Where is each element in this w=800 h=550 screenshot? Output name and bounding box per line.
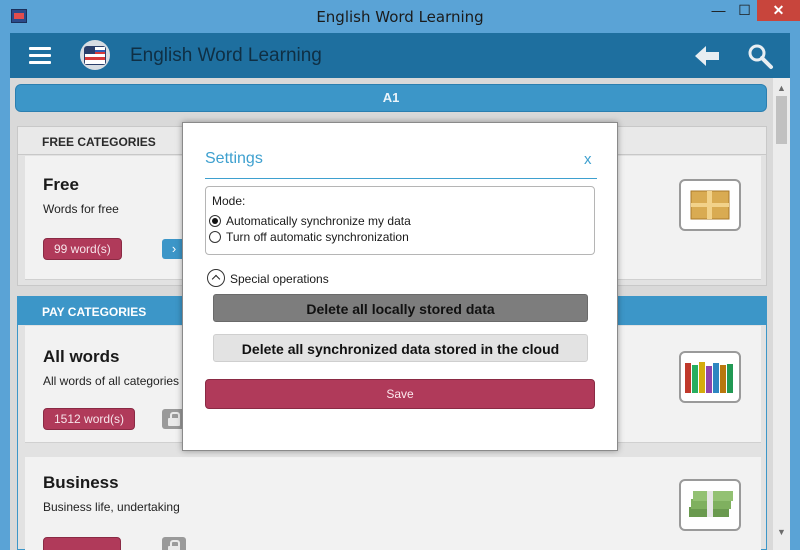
word-count-badge: 99 word(s) bbox=[43, 238, 122, 260]
close-window-button[interactable]: ✕ bbox=[757, 0, 800, 21]
window-title: English Word Learning bbox=[316, 8, 484, 26]
sync-mode-group: Mode: Automatically synchronize my data … bbox=[205, 186, 595, 255]
menu-icon[interactable] bbox=[29, 47, 51, 65]
app-header: English Word Learning bbox=[10, 33, 790, 78]
radio-button-selected[interactable] bbox=[209, 215, 221, 227]
radio-button[interactable] bbox=[209, 231, 221, 243]
delete-cloud-data-button[interactable]: Delete all synchronized data stored in t… bbox=[213, 334, 588, 362]
dialog-divider bbox=[205, 178, 597, 179]
header-title: English Word Learning bbox=[130, 45, 322, 66]
word-count-badge bbox=[43, 537, 121, 550]
category-name: Free bbox=[43, 175, 79, 194]
category-card-business[interactable]: Business Business life, undertaking bbox=[25, 457, 761, 550]
chevron-up-icon[interactable] bbox=[207, 269, 225, 287]
app-logo-icon bbox=[80, 40, 110, 70]
minimize-button[interactable]: — bbox=[705, 0, 732, 21]
search-icon[interactable] bbox=[746, 42, 774, 70]
money-stack-icon bbox=[679, 479, 741, 531]
category-name: Business bbox=[43, 473, 119, 492]
settings-dialog: Settings x Mode: Automatically synchroni… bbox=[182, 122, 618, 451]
back-arrow-icon[interactable] bbox=[693, 43, 721, 69]
maximize-button[interactable]: ☐ bbox=[731, 0, 758, 21]
save-button[interactable]: Save bbox=[205, 379, 595, 409]
scroll-thumb[interactable] bbox=[776, 96, 787, 144]
radio-label: Turn off automatic synchronization bbox=[226, 230, 409, 244]
category-name: All words bbox=[43, 347, 120, 366]
special-operations-label: Special operations bbox=[230, 272, 329, 286]
dialog-close-button[interactable]: x bbox=[584, 151, 592, 168]
lock-icon[interactable] bbox=[162, 537, 186, 550]
category-description: Words for free bbox=[43, 202, 119, 216]
level-selector[interactable]: A1 bbox=[15, 84, 767, 112]
radio-label: Automatically synchronize my data bbox=[226, 214, 411, 228]
window-titlebar: English Word Learning — ☐ ✕ bbox=[0, 0, 800, 33]
mode-label: Mode: bbox=[212, 194, 246, 208]
delete-local-data-button[interactable]: Delete all locally stored data bbox=[213, 294, 588, 322]
vertical-scrollbar[interactable]: ▲ ▼ bbox=[773, 78, 790, 550]
category-description: All words of all categories bbox=[43, 374, 180, 388]
dialog-title: Settings bbox=[205, 150, 263, 167]
word-count-badge: 1512 word(s) bbox=[43, 408, 136, 430]
gift-box-icon bbox=[679, 179, 741, 231]
books-icon bbox=[679, 351, 741, 403]
scroll-down-icon[interactable]: ▼ bbox=[777, 527, 786, 537]
category-description: Business life, undertaking bbox=[43, 500, 180, 514]
scroll-up-icon[interactable]: ▲ bbox=[777, 83, 786, 93]
